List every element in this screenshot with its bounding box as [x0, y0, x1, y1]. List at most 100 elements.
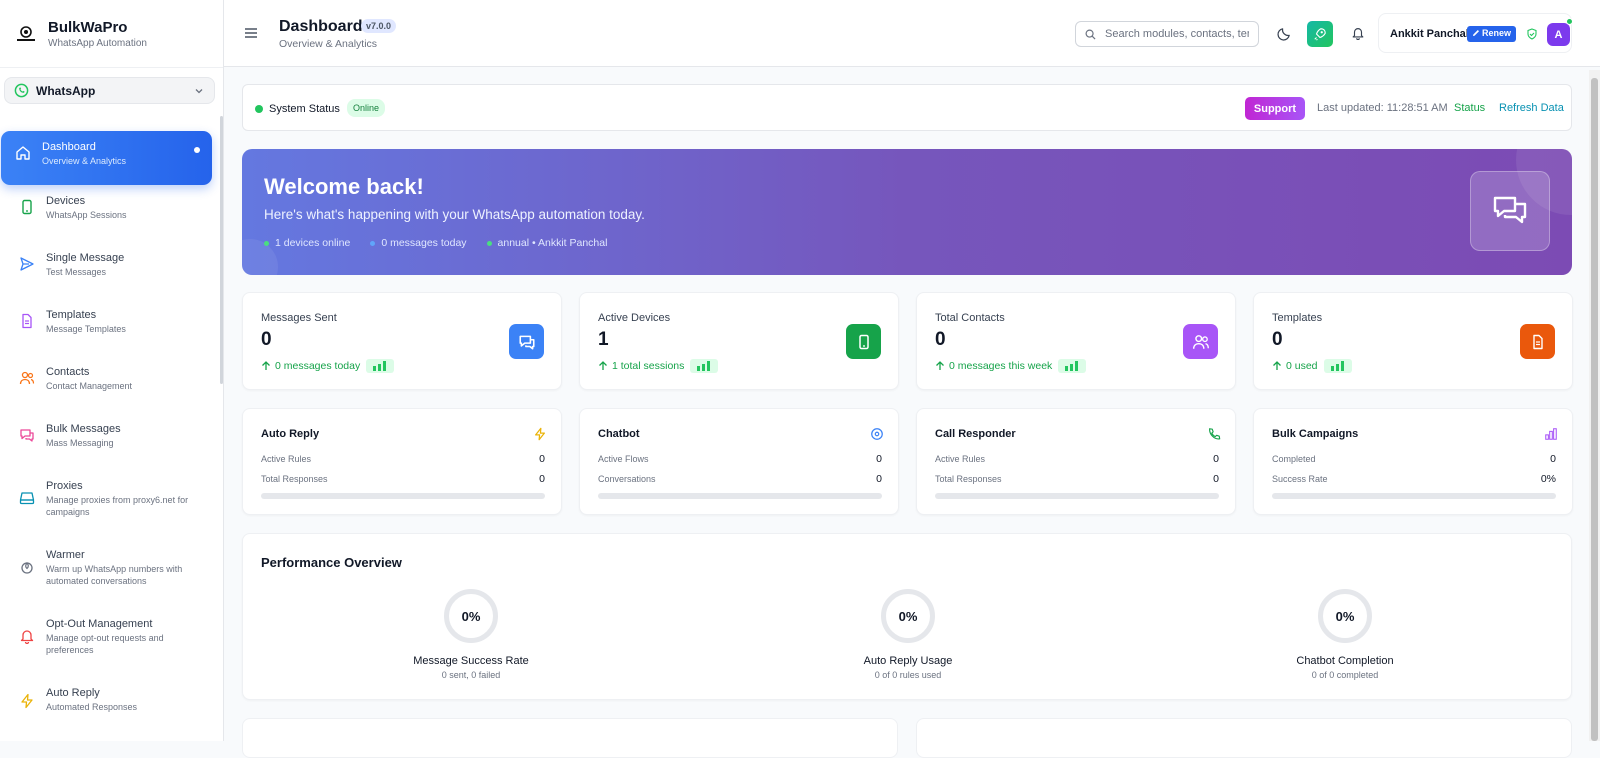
gauge-auto-reply-usage: 0% Auto Reply Usage 0 of 0 rules used	[808, 589, 1008, 680]
sidebar-item-contacts[interactable]: Contacts Contact Management	[0, 356, 214, 413]
workspace-label: WhatsApp	[36, 83, 96, 98]
bot-icon	[870, 427, 884, 441]
gauge-message-success: 0% Message Success Rate 0 sent, 0 failed	[371, 589, 571, 680]
proxy-icon	[19, 490, 35, 506]
gauge-sub: 0 of 0 completed	[1311, 670, 1379, 680]
phone-icon	[19, 199, 35, 215]
gauge-label: Message Success Rate	[413, 655, 529, 667]
users-icon	[1183, 324, 1218, 359]
row-label: Active Flows	[598, 454, 649, 464]
bar-chart-icon	[1323, 359, 1352, 373]
bar-chart-icon	[1058, 359, 1087, 373]
main-scrollbar[interactable]	[1589, 70, 1600, 741]
sidebar-item-sub: WhatsApp Sessions	[46, 210, 127, 220]
refresh-data-link[interactable]: Refresh Data	[1499, 102, 1564, 114]
bolt-icon	[19, 693, 35, 709]
messages-today-stat: 0 messages today	[370, 237, 467, 249]
sidebar-item-single-message[interactable]: Single Message Test Messages	[0, 242, 214, 299]
sidebar-item-proxies[interactable]: Proxies Manage proxies from proxy6.net fo…	[0, 470, 214, 539]
module-row: Active Rules 0	[261, 453, 545, 465]
gauge-label: Auto Reply Usage	[863, 655, 953, 667]
app-tagline: WhatsApp Automation	[48, 37, 147, 49]
workspace-selector[interactable]: WhatsApp	[4, 77, 215, 104]
progress-bar	[261, 493, 545, 499]
stat-note: 0 used	[1272, 357, 1352, 375]
sidebar-item-templates[interactable]: Templates Message Templates	[0, 299, 214, 356]
welcome-subtitle: Here's what's happening with your WhatsA…	[264, 207, 645, 222]
avatar[interactable]: A	[1547, 23, 1570, 46]
status-badge: Online	[347, 99, 386, 117]
module-card-chatbot[interactable]: Chatbot Active Flows 0 Conversations 0	[579, 408, 899, 515]
stat-text: 1 devices online	[275, 237, 351, 249]
sidebar-item-dashboard[interactable]: Dashboard Overview & Analytics	[1, 131, 212, 185]
stat-note-text: 0 messages this week	[949, 360, 1053, 372]
row-value: 0	[876, 453, 882, 465]
sidebar-item-label: Templates	[46, 309, 97, 321]
flame-icon	[19, 559, 35, 575]
stat-title: Messages Sent	[261, 312, 337, 324]
module-row: Total Responses 0	[935, 473, 1219, 485]
stat-card-active-devices[interactable]: Active Devices 1 1 total sessions	[579, 292, 899, 390]
online-indicator	[1566, 18, 1573, 25]
renew-button[interactable]: Renew	[1467, 26, 1517, 42]
stat-card-templates[interactable]: Templates 0 0 used	[1253, 292, 1573, 390]
stat-title: Total Contacts	[935, 312, 1005, 324]
gauge-chatbot-completion: 0% Chatbot Completion 0 of 0 completed	[1245, 589, 1445, 680]
sidebar-scrollbar[interactable]	[220, 116, 223, 384]
brand[interactable]: BulkWaPro WhatsApp Automation	[0, 0, 223, 68]
topbar: Dashboard v7.0.0 Overview & Analytics An…	[224, 0, 1600, 67]
rocket-icon	[1313, 27, 1327, 41]
module-row: Completed 0	[1272, 453, 1556, 465]
row-label: Success Rate	[1272, 474, 1328, 484]
user-menu[interactable]: Ankkit Panchal Renew A	[1378, 13, 1573, 53]
bottom-card-left	[242, 718, 898, 758]
sidebar-item-bulk-messages[interactable]: Bulk Messages Mass Messaging	[0, 413, 214, 470]
row-label: Completed	[1272, 454, 1316, 464]
rocket-button[interactable]	[1307, 21, 1333, 47]
stat-value: 0	[935, 329, 946, 350]
search-icon	[1085, 29, 1096, 40]
support-button[interactable]: Support	[1245, 97, 1305, 120]
bar-chart-icon	[1544, 427, 1558, 441]
module-row: Conversations 0	[598, 473, 882, 485]
module-card-auto-reply[interactable]: Auto Reply Active Rules 0 Total Responses…	[242, 408, 562, 515]
status-link[interactable]: Status	[1454, 102, 1485, 114]
row-value: 0	[1550, 453, 1556, 465]
sidebar-item-label: Auto Reply	[46, 687, 100, 699]
performance-overview: Performance Overview 0% Message Success …	[242, 533, 1572, 700]
chat-bubbles-icon	[1470, 171, 1550, 251]
module-card-bulk-campaigns[interactable]: Bulk Campaigns Completed 0 Success Rate 0%	[1253, 408, 1573, 515]
arrow-up-icon	[598, 361, 608, 371]
sidebar-item-opt-out[interactable]: Opt-Out Management Manage opt-out request…	[0, 608, 214, 677]
sidebar-item-label: Dashboard	[42, 141, 96, 153]
sidebar-item-label: Devices	[46, 195, 86, 207]
arrow-up-icon	[935, 361, 945, 371]
stat-card-total-contacts[interactable]: Total Contacts 0 0 messages this week	[916, 292, 1236, 390]
renew-label: Renew	[1482, 28, 1512, 38]
scrollbar-thumb[interactable]	[1591, 78, 1598, 741]
row-value: 0	[1213, 473, 1219, 485]
progress-bar	[1272, 493, 1556, 499]
sidebar-item-devices[interactable]: Devices WhatsApp Sessions	[0, 185, 214, 242]
menu-icon[interactable]	[244, 26, 258, 40]
module-card-call-responder[interactable]: Call Responder Active Rules 0 Total Respo…	[916, 408, 1236, 515]
search-box[interactable]	[1075, 21, 1259, 47]
row-label: Active Rules	[261, 454, 312, 464]
row-value: 0	[539, 453, 545, 465]
gauge-label: Chatbot Completion	[1296, 655, 1394, 667]
stat-text: annual • Ankkit Panchal	[497, 237, 608, 249]
stat-card-messages-sent[interactable]: Messages Sent 0 0 messages today	[242, 292, 562, 390]
page-title: Dashboard	[279, 18, 363, 35]
sidebar-nav: Dashboard Overview & Analytics Devices Wha…	[0, 131, 214, 734]
sidebar-item-sub: Manage proxies from proxy6.net for campa…	[46, 495, 189, 517]
bell-icon[interactable]	[1351, 26, 1365, 40]
bar-chart-icon	[690, 359, 719, 373]
module-row: Active Rules 0	[935, 453, 1219, 465]
search-input[interactable]	[1105, 28, 1249, 40]
sidebar-item-auto-reply[interactable]: Auto Reply Automated Responses	[0, 677, 214, 734]
row-value: 0	[1213, 453, 1219, 465]
welcome-title: Welcome back!	[264, 174, 424, 199]
sidebar-item-warmer[interactable]: Warmer Warm up WhatsApp numbers with auto…	[0, 539, 214, 608]
moon-icon[interactable]	[1277, 26, 1292, 41]
gauge-ring: 0%	[1318, 589, 1372, 643]
